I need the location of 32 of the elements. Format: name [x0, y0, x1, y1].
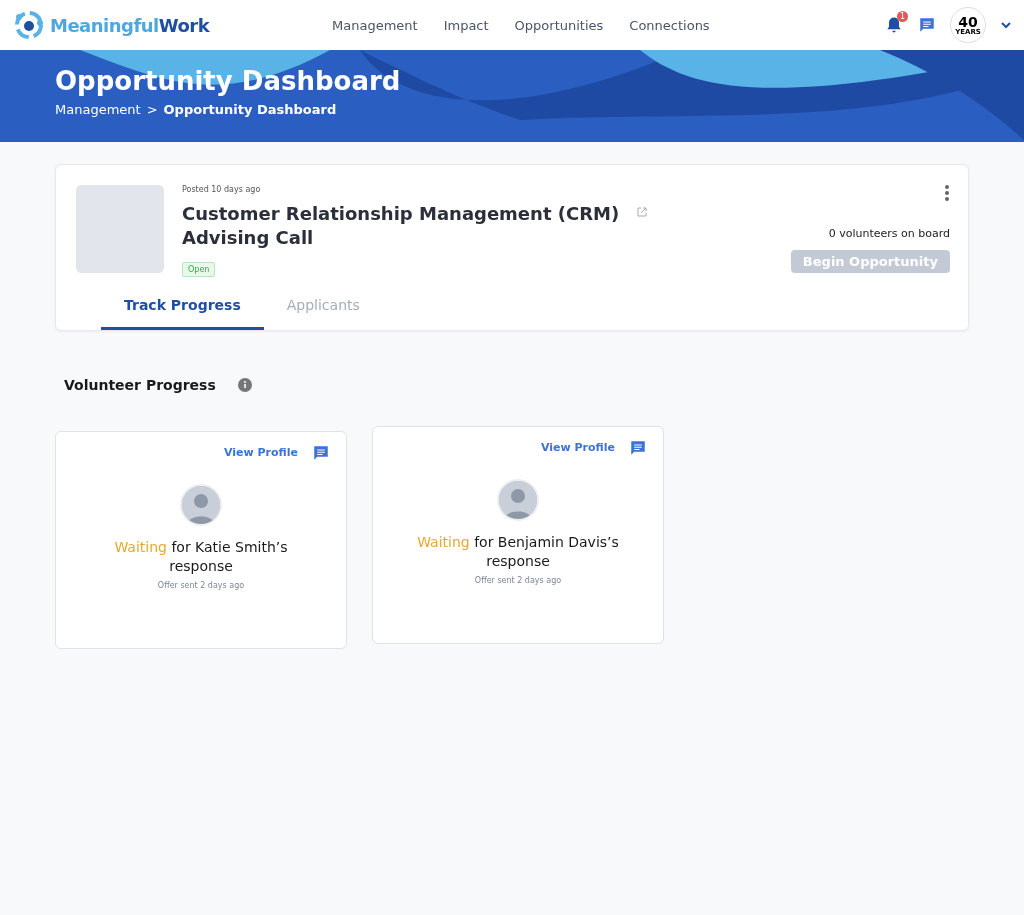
- breadcrumb-separator: >: [146, 102, 158, 117]
- nav-link[interactable]: Impact: [443, 17, 489, 33]
- breadcrumb-current: Opportunity Dashboard: [163, 102, 337, 117]
- notification-badge: 1: [897, 11, 908, 22]
- brand-name: MeaningfulWork: [50, 14, 210, 36]
- avatar-icon: [497, 478, 539, 521]
- status-message: Waiting for Katie Smith’s response: [113, 537, 289, 577]
- status-badge: Open: [182, 261, 216, 277]
- section-heading: Volunteer Progress: [64, 376, 216, 393]
- volunteer-count: 0 volunteers on board: [828, 227, 950, 240]
- nav-link[interactable]: Connections: [629, 17, 710, 33]
- info-icon[interactable]: [237, 377, 252, 392]
- view-profile-link[interactable]: View Profile: [541, 441, 615, 455]
- chevron-down-icon[interactable]: [1000, 19, 1012, 31]
- opportunity-title: Customer Relationship Management (CRM) Advising Call: [182, 202, 621, 251]
- message-icon[interactable]: [312, 443, 330, 462]
- message-icon[interactable]: [629, 438, 647, 457]
- more-options-icon[interactable]: [944, 185, 950, 201]
- logo-icon: [12, 8, 46, 42]
- breadcrumb-link[interactable]: Management: [55, 102, 141, 117]
- offer-sent-time: Offer sent 2 days ago: [157, 580, 245, 590]
- nav-link[interactable]: Opportunities: [514, 17, 604, 33]
- avatar-icon: [180, 483, 222, 526]
- posted-date: Posted 10 days ago: [182, 185, 262, 194]
- nav-link[interactable]: Management: [332, 17, 418, 33]
- messages-icon[interactable]: [918, 16, 936, 34]
- tab[interactable]: Track Progress: [101, 288, 264, 330]
- page-title: Opportunity Dashboard: [55, 66, 402, 96]
- view-profile-link[interactable]: View Profile: [224, 446, 298, 460]
- status-message: Waiting for Benjamin Davis’s response: [416, 532, 620, 572]
- external-link-icon[interactable]: [636, 206, 648, 218]
- offer-sent-time: Offer sent 2 days ago: [474, 575, 562, 585]
